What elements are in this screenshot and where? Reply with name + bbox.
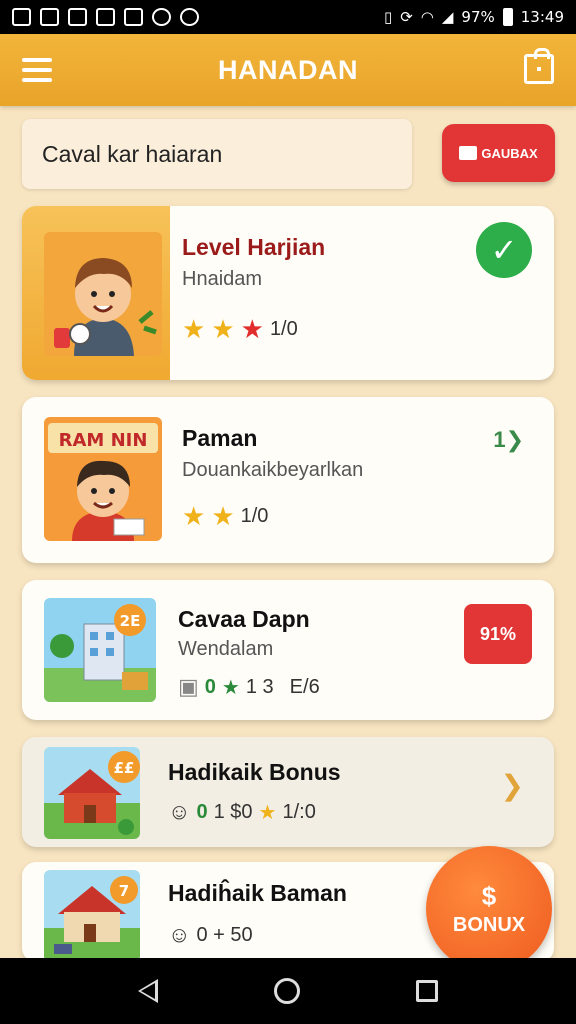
gift-button[interactable]: GAUBAX [442,124,555,182]
thumb-banner-text: RAM NIN [59,430,148,451]
rating-value: 1/0 [269,317,298,340]
house-thumbnail: ££ [44,747,140,839]
card-title: Level Harjian [182,234,326,260]
thumb-badge: ££ [114,759,135,777]
app-title: HANADAN [218,54,358,85]
stats-row: ▣ 0 ★ 1 3 E/6 [178,674,320,700]
star-icon: ★ [258,801,277,824]
gift-icon [459,146,478,160]
price-tag[interactable]: 91% [464,604,532,664]
chevron-right-icon[interactable]: ❯ [501,769,524,802]
status-bar: ▯ ⟳ ◠ ◢ 97% 13:49 [0,0,576,34]
app-bar: HANADAN [0,34,576,106]
star-icon: ★ [182,501,206,531]
wifi-icon: ◠ [420,8,434,26]
shopping-bag-icon[interactable] [524,48,554,84]
card-title: Cavaa Dapn [178,606,310,632]
stats-row: ☺ 0 1 $0 ★ 1/:0 [168,799,316,825]
photo-icon [124,8,143,26]
recent-apps-icon[interactable] [416,980,438,1002]
stats-row: ☺ 0 + 50 [168,922,253,948]
thumb-badge: 2E [120,612,141,630]
menu-icon[interactable] [22,58,52,82]
stat-value: 0 [196,800,208,823]
coin-icon: ▣ [178,674,199,699]
globe-icon [152,8,171,26]
card-title: Hadiĥaik Baman [168,880,347,906]
star-icon: ★ [211,501,235,531]
chevron-right-icon[interactable]: 1❯ [493,427,524,453]
list-item[interactable]: Level Harjian Hnaidam ★ ★ ★ 1/0 ✓ [22,206,554,380]
battery-icon [502,8,513,26]
home-icon[interactable] [274,978,300,1004]
card-title: Hadikaik Bonus [168,759,341,785]
back-icon[interactable] [138,979,158,1003]
gallery-icon [12,8,31,26]
list-item[interactable]: ££ Hadikaik Bonus ☺ 0 1 $0 ★ 1/:0 ❯ [22,737,554,847]
stat-value: 1 3 [245,675,274,698]
star-icon: ★ [240,314,264,344]
avatar-icon: ☺ [168,799,191,824]
check-icon: ✓ [476,222,532,278]
battery-percent: 97% [461,8,495,26]
list-item[interactable]: 2E Cavaa Dapn Wendalam ▣ 0 ★ 1 3 E/6 91% [22,580,554,720]
stat-value: 0 [204,675,216,698]
notification-icons [12,8,199,26]
card-subtitle: Douankaikbeyarlkan [182,459,364,481]
stat-value: 1 $0 [213,800,253,823]
rating-value: 1/0 [240,504,269,527]
card-subtitle: Wendalam [178,638,274,660]
card-icon [96,8,115,26]
character-thumbnail: RAM NIN [44,417,162,541]
avatar-icon: ☺ [168,922,191,947]
rating-row: ★ ★ ★ 1/0 [182,316,298,342]
gift-button-label: GAUBAX [481,145,538,161]
vibrate-icon: ▯ [383,8,393,26]
system-nav-bar [0,958,576,1024]
system-status: ▯ ⟳ ◠ ◢ 97% 13:49 [384,8,564,26]
rating-row: ★ ★ 1/0 [182,503,268,529]
card-subtitle: Hnaidam [182,268,263,290]
bonus-icon: $ [481,881,497,911]
stat-value: 1/:0 [282,800,316,823]
bonus-button[interactable]: $ BONUX [426,846,552,972]
thumb-badge: 7 [119,882,129,900]
building-thumbnail: 2E [44,598,156,702]
search-input[interactable]: Caval kar haiaran [22,119,412,189]
signal-icon: ◢ [441,8,454,26]
clock: 13:49 [520,8,564,26]
stat-value: 0 + 50 [196,923,253,946]
gallery-icon [40,8,59,26]
star-icon: ★ [211,314,235,344]
star-icon: ★ [182,314,206,344]
list-item[interactable]: RAM NIN Paman Douankaikbeyarlkan ★ ★ 1/0… [22,397,554,563]
sync-icon: ⟳ [400,8,413,26]
star-icon: ★ [221,676,240,699]
bonus-button-label: BONUX [452,914,526,936]
stat-value: E/6 [289,675,320,698]
shield-icon [180,8,199,26]
house-thumbnail: 7 [44,870,140,962]
gallery-icon [68,8,87,26]
card-title: Paman [182,425,258,451]
character-thumbnail [44,232,162,356]
